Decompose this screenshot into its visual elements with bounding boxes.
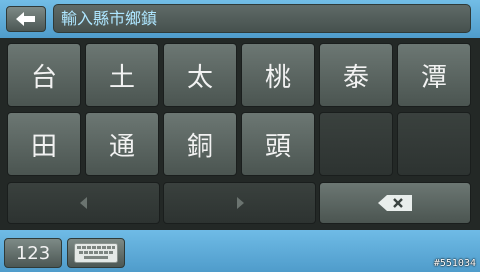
back-button[interactable] [6, 6, 46, 32]
watermark-text: #551034 [433, 258, 476, 269]
empty-key [319, 112, 393, 176]
numeric-mode-button[interactable]: 123 [4, 238, 62, 268]
key[interactable]: 頭 [241, 112, 315, 176]
key[interactable]: 銅 [163, 112, 237, 176]
chevron-right-icon [236, 197, 244, 209]
key[interactable]: 田 [7, 112, 81, 176]
key[interactable]: 泰 [319, 43, 393, 107]
bottom-bar: 123 #551034 [0, 230, 480, 272]
keyboard-icon [74, 243, 118, 263]
backspace-icon [378, 195, 412, 211]
empty-key [397, 112, 471, 176]
key[interactable]: 台 [7, 43, 81, 107]
key[interactable]: 桃 [241, 43, 315, 107]
chevron-left-icon [79, 197, 87, 209]
search-input[interactable]: 輸入縣市鄉鎮 [53, 4, 471, 33]
keyboard-mode-button[interactable] [67, 238, 125, 268]
header-bar: 輸入縣市鄉鎮 [0, 0, 480, 38]
key[interactable]: 通 [85, 112, 159, 176]
next-page-button[interactable] [163, 182, 316, 224]
back-arrow-icon [16, 12, 35, 26]
backspace-button[interactable] [319, 182, 471, 224]
key[interactable]: 土 [85, 43, 159, 107]
key[interactable]: 潭 [397, 43, 471, 107]
key[interactable]: 太 [163, 43, 237, 107]
character-keyboard: 台 土 太 桃 泰 潭 田 通 銅 頭 [0, 38, 480, 230]
previous-page-button[interactable] [7, 182, 160, 224]
